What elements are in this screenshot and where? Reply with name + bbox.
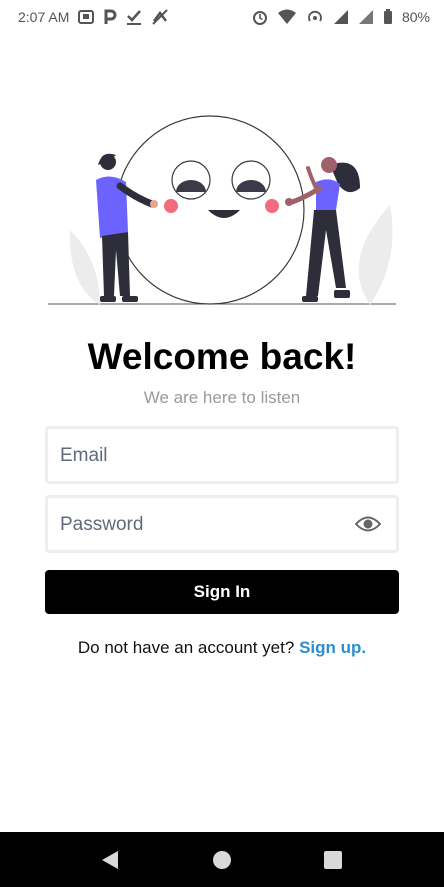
welcome-illustration: [48, 115, 396, 305]
signup-prompt-text: Do not have an account yet?: [77, 638, 295, 657]
checkmark-icon: [127, 9, 142, 25]
email-field[interactable]: [45, 426, 399, 484]
password-field[interactable]: [45, 495, 399, 553]
wifi-icon: [277, 9, 296, 24]
hotspot-icon: [308, 10, 322, 22]
status-time: 2:07 AM: [18, 9, 70, 25]
email-input[interactable]: [58, 429, 352, 483]
screenshot-icon: [78, 10, 95, 24]
signup-prompt-line: Do not have an account yet? Sign up.: [0, 638, 444, 658]
muted-icon: [152, 9, 169, 25]
page-title: Welcome back!: [87, 336, 357, 377]
signal-icon: [333, 10, 348, 24]
sign-in-button[interactable]: Sign In: [45, 570, 399, 614]
battery-icon: [383, 9, 392, 24]
status-bar-right: 80%: [252, 9, 430, 25]
leaf-left: [69, 230, 100, 305]
p-icon: [104, 9, 117, 24]
alarm-icon: [252, 11, 267, 25]
recent-apps-icon[interactable]: [323, 850, 343, 870]
home-icon[interactable]: [212, 850, 232, 870]
battery-percent: 80%: [401, 9, 430, 25]
back-icon[interactable]: [100, 850, 120, 870]
status-bar: 2:07 AM 80%: [0, 0, 444, 34]
leaf-right: [358, 205, 393, 305]
status-bar-left: 2:07 AM: [18, 9, 169, 25]
show-password-eye-icon[interactable]: [355, 513, 381, 535]
navigation-bar: [0, 832, 444, 887]
page-subtitle: We are here to listen: [143, 388, 301, 407]
sign-up-link[interactable]: Sign up.: [299, 638, 366, 657]
password-input[interactable]: [58, 498, 352, 552]
signal-icon: [358, 10, 373, 24]
